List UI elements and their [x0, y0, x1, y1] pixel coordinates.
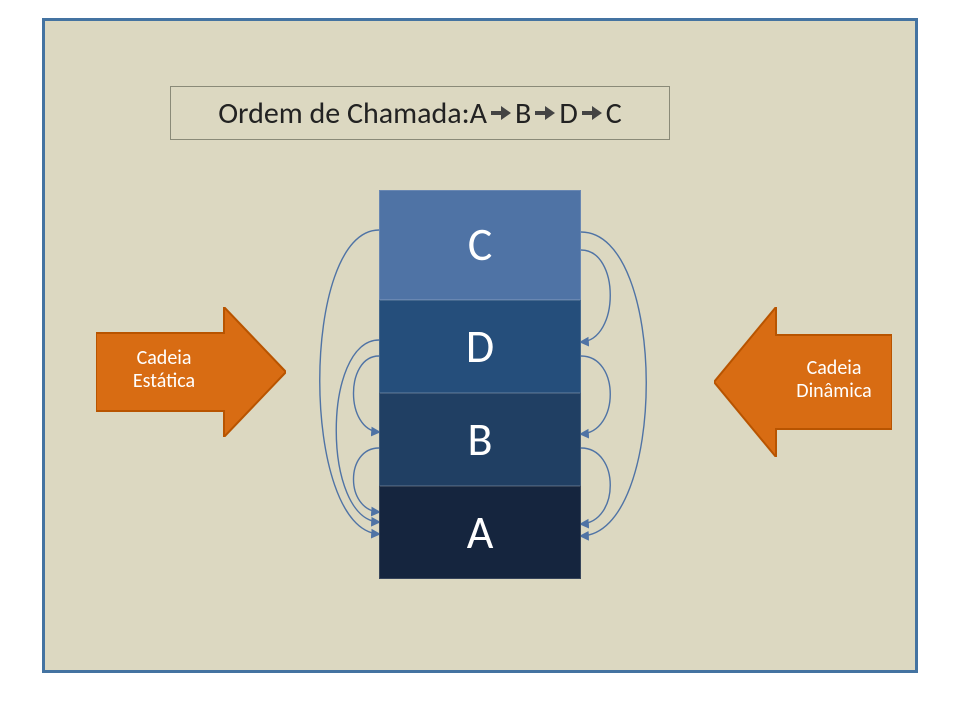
static-chain-arrow: Cadeia Estática [96, 307, 286, 437]
arrow-icon [535, 106, 555, 120]
right-arrow-line2: Dinâmica [796, 379, 871, 403]
arrow-icon [491, 106, 511, 120]
stack-cell-b: B [379, 393, 581, 486]
left-arrow-line1: Cadeia [137, 346, 192, 370]
title-prefix: Ordem de Chamada: [218, 95, 469, 132]
right-arrow-line1: Cadeia [807, 356, 862, 380]
stack-cell-d: D [379, 300, 581, 393]
call-stack: C D B A [379, 190, 581, 579]
seq-d: D [559, 95, 577, 132]
stack-cell-label: A [467, 505, 494, 561]
seq-a: A [470, 95, 487, 132]
dynamic-chain-arrow: Cadeia Dinâmica [714, 307, 892, 457]
seq-b: B [515, 95, 531, 132]
left-arrow-line2: Estática [133, 369, 195, 393]
arrow-icon [582, 106, 602, 120]
seq-c: C [606, 95, 622, 132]
stack-cell-label: D [466, 319, 494, 375]
stack-cell-a: A [379, 486, 581, 579]
stack-cell-label: B [467, 412, 492, 468]
call-order-title: Ordem de Chamada: A B D C [170, 86, 670, 140]
stack-cell-label: C [468, 217, 493, 273]
stack-cell-c: C [379, 190, 581, 300]
